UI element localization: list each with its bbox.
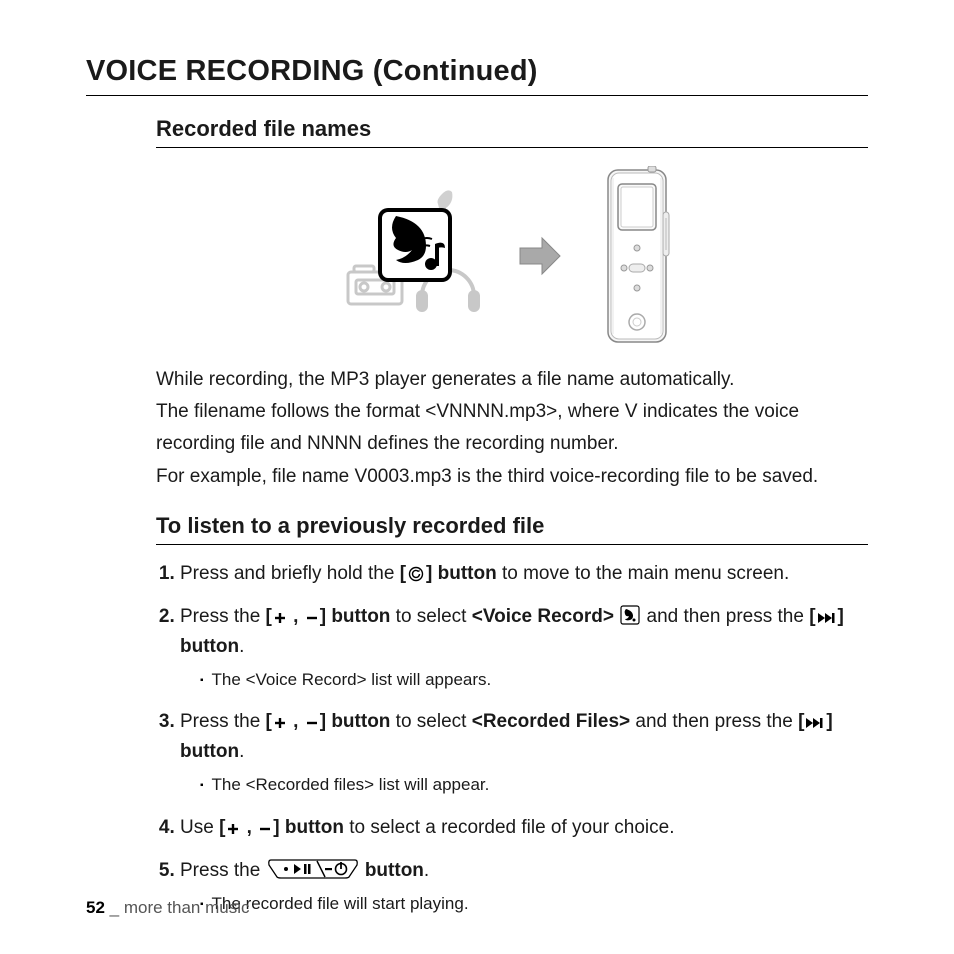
sub-note: The <Voice Record> list will appears. bbox=[200, 667, 868, 693]
step-4: Use [ , ] button to select a recorded fi… bbox=[180, 813, 868, 842]
minus-icon bbox=[258, 822, 272, 836]
plus-icon bbox=[226, 822, 240, 836]
next-track-icon bbox=[817, 611, 837, 625]
page-number: 52 bbox=[86, 898, 105, 917]
page-title: VOICE RECORDING (Continued) bbox=[86, 52, 868, 96]
step-3: Press the [ , ] button to select <Record… bbox=[180, 707, 868, 798]
minus-icon bbox=[305, 611, 319, 625]
page-footer: 52 _ more than music bbox=[86, 897, 250, 920]
paragraph: For example, file name V0003.mp3 is the … bbox=[156, 461, 868, 493]
step-2: Press the [ , ] button to select <Voice … bbox=[180, 602, 868, 693]
return-icon bbox=[407, 566, 425, 582]
next-track-icon bbox=[805, 716, 825, 730]
step-1: Press and briefly hold the [] button to … bbox=[180, 559, 868, 588]
manual-page: VOICE RECORDING (Continued) Recorded fil… bbox=[0, 0, 954, 954]
sub-note: The recorded file will start playing. bbox=[200, 891, 868, 917]
figure-row bbox=[156, 166, 868, 346]
minus-icon bbox=[305, 716, 319, 730]
mp3-player-illustration bbox=[596, 166, 680, 346]
sub-note: The <Recorded files> list will appear. bbox=[200, 772, 868, 798]
section-heading-recorded-file-names: Recorded file names bbox=[156, 114, 868, 148]
section-heading-listen-previous: To listen to a previously recorded file bbox=[156, 511, 868, 545]
voice-record-small-icon bbox=[620, 605, 640, 625]
plus-icon bbox=[273, 716, 287, 730]
arrow-icon bbox=[518, 234, 562, 278]
paragraph: While recording, the MP3 player generate… bbox=[156, 364, 868, 396]
footer-label: more than music bbox=[124, 898, 250, 917]
paragraph: The filename follows the format <VNNNN.m… bbox=[156, 396, 868, 461]
plus-icon bbox=[273, 611, 287, 625]
step-5: Press the button. The recorded file will… bbox=[180, 856, 868, 918]
voice-record-icon bbox=[344, 186, 484, 326]
play-pause-power-button-icon bbox=[267, 859, 359, 879]
steps-list: Press and briefly hold the [] button to … bbox=[156, 559, 868, 918]
